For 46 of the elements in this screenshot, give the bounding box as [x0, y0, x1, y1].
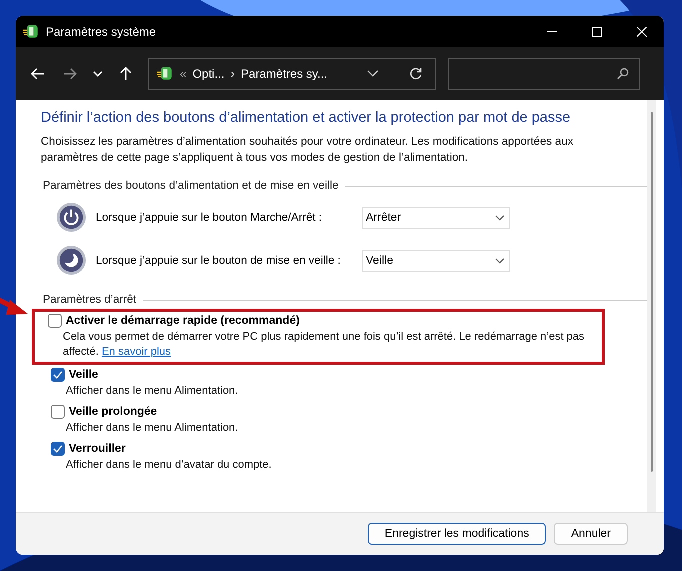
section-title: Paramètres d’arrêt: [43, 294, 137, 306]
dropdown[interactable]: Veille: [362, 250, 510, 272]
power-button-icon: [56, 202, 87, 233]
setting-label: Lorsque j’appuie sur le bouton de mise en veille :: [96, 254, 342, 266]
overflow-chevron[interactable]: «: [180, 66, 187, 80]
option-description: Afficher dans le menu d’avatar du compte.: [66, 458, 273, 473]
breadcrumb[interactable]: Opti...: [192, 66, 225, 80]
intro-text: Choisissez les paramètres d’alimentation souhaités pour votre ordinateur. Les modifications apportées aux paramètres de cette page s’appliquent à tous vos modes de gestion de l’alimentation.: [41, 135, 574, 166]
sleep-button-icon: [56, 245, 87, 276]
up-arrow-icon: [120, 66, 132, 80]
chevron-down-icon: [495, 214, 505, 220]
option-label: Veille: [69, 369, 98, 381]
checkbox[interactable]: [51, 442, 65, 456]
search-field[interactable]: [448, 58, 640, 90]
maximize-icon: [592, 26, 602, 36]
option-label: Veille prolongée: [69, 406, 158, 418]
page-heading: Définir l’action des boutons d’alimentation et activer la protection par mot de passe: [41, 110, 572, 126]
section-title: Paramètres des boutons d’alimentation et de mise en veille: [43, 180, 339, 192]
chevron-down-icon: [93, 70, 103, 76]
option-description: Cela vous permet de démarrer votre PC plus rapidement une fois qu’il est arrêté. Le redémarrage n’est pas affecté. En savoir plus: [63, 330, 586, 360]
scrollbar[interactable]: [647, 100, 656, 512]
checkbox[interactable]: [51, 405, 65, 419]
option-label: Activer le démarrage rapide (recommandé): [66, 315, 300, 327]
power-options-icon: [23, 23, 40, 40]
close-icon: [636, 26, 646, 36]
option-label: Verrouiller: [69, 443, 126, 455]
chevron-down-icon: [495, 258, 505, 264]
learn-more-link[interactable]: En savoir plus: [102, 346, 172, 358]
breadcrumb-separator: ›: [230, 66, 236, 81]
checkbox[interactable]: [48, 314, 62, 328]
forward-arrow-icon: [63, 68, 77, 80]
setting-label: Lorsque j’appuie sur le bouton Marche/Arrêt :: [96, 212, 324, 224]
checkbox[interactable]: [51, 368, 65, 382]
address-bar[interactable]: « Opti... › Paramètres sy...: [148, 58, 436, 90]
refresh-icon[interactable]: [409, 66, 423, 80]
search-icon: [617, 68, 629, 80]
save-button[interactable]: Enregistrer les modifications: [368, 523, 546, 545]
chevron-down-icon[interactable]: [367, 70, 379, 77]
option-description: Afficher dans le menu Alimentation.: [66, 421, 240, 436]
window-title: Paramètres système: [46, 24, 156, 38]
dropdown[interactable]: Arrêter: [362, 206, 510, 228]
cancel-button[interactable]: Annuler: [554, 523, 628, 545]
option-description: Afficher dans le menu Alimentation.: [66, 384, 240, 399]
back-arrow-icon: [31, 68, 45, 80]
power-options-icon: [157, 65, 174, 82]
breadcrumb[interactable]: Paramètres sy...: [241, 66, 328, 80]
